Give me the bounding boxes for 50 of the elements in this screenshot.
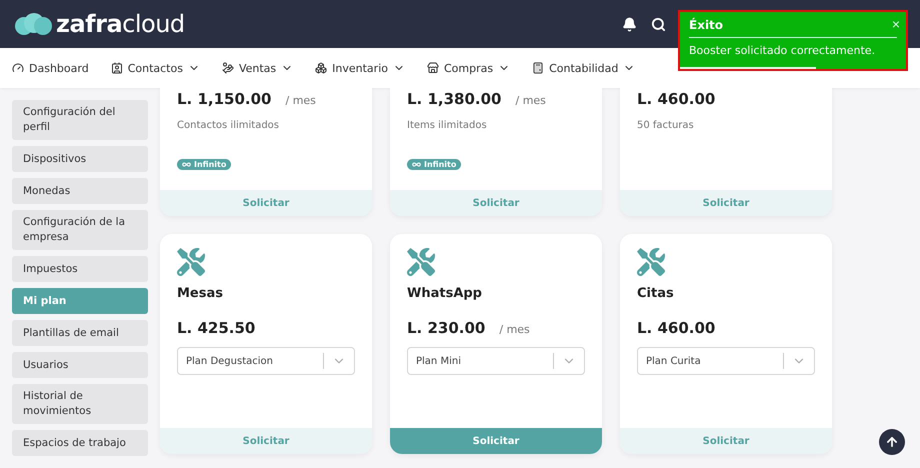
price-text: L. 230.00 bbox=[407, 319, 486, 337]
nav-menu-item[interactable]: Contactos bbox=[110, 62, 200, 74]
period-text: / mes bbox=[516, 94, 546, 107]
logo-text: zafracloud bbox=[56, 10, 185, 38]
boxes-icon bbox=[315, 62, 328, 74]
sidebar-item[interactable]: Dispositivos bbox=[12, 146, 148, 172]
card-title: WhatsApp bbox=[407, 286, 483, 301]
sidebar-item[interactable]: Configuración del perfil bbox=[12, 100, 148, 140]
nav-menu-item[interactable]: Inventario bbox=[315, 62, 405, 74]
description-text: Items ilimitados bbox=[407, 120, 488, 131]
contact-card-icon bbox=[110, 62, 123, 74]
plan-select[interactable]: Plan Mini bbox=[407, 347, 585, 375]
nav-menu-item[interactable]: Compras bbox=[426, 62, 510, 74]
calculator-icon bbox=[532, 62, 544, 74]
toast-message: Booster solicitado correctamente. bbox=[689, 44, 876, 57]
gauge-icon bbox=[12, 62, 24, 74]
sidebar-item[interactable]: Monedas bbox=[12, 178, 148, 204]
nav-menu-item[interactable]: Ventas bbox=[222, 62, 294, 74]
sidebar-item[interactable]: Usuarios bbox=[12, 352, 148, 378]
sidebar-item[interactable]: Historial de movimientos bbox=[12, 384, 148, 424]
nav-menu-item[interactable]: Contabilidad bbox=[532, 62, 636, 74]
sidebar-item[interactable]: Espacios de trabajo bbox=[12, 430, 148, 456]
price-text: L. 460.00 bbox=[637, 90, 716, 108]
price-text: L. 425.50 bbox=[177, 319, 256, 337]
sidebar-item[interactable]: Impuestos bbox=[12, 256, 148, 282]
price-text: L. 1,150.00 bbox=[177, 90, 272, 108]
tools-icon bbox=[407, 248, 435, 276]
plan-select[interactable]: Plan Curita bbox=[637, 347, 815, 375]
plan-select[interactable]: Plan Degustacion bbox=[177, 347, 355, 375]
store-icon bbox=[426, 62, 439, 74]
description-text: 50 facturas bbox=[637, 120, 695, 131]
period-text: / mes bbox=[499, 323, 530, 336]
description-text: Contactos ilimitados bbox=[177, 120, 280, 131]
infinite-badge: Infinito bbox=[407, 159, 462, 170]
cloud-logo-icon bbox=[14, 13, 52, 35]
scroll-top-button[interactable] bbox=[879, 429, 905, 455]
sidebar-item[interactable]: Configuración de la empresa bbox=[12, 210, 148, 250]
bell-icon[interactable] bbox=[622, 16, 637, 32]
period-text: / mes bbox=[286, 94, 316, 107]
tools-icon bbox=[637, 248, 665, 276]
infinite-badge: Infinito bbox=[177, 159, 232, 170]
nav-menu-item[interactable]: Dashboard bbox=[12, 62, 89, 74]
card-title: Mesas bbox=[177, 286, 224, 301]
sidebar-item[interactable]: Plantillas de email bbox=[12, 320, 148, 346]
search-icon[interactable] bbox=[651, 16, 666, 32]
hand-coins-icon bbox=[222, 62, 234, 74]
card-title: Citas bbox=[637, 286, 675, 301]
price-text: L. 460.00 bbox=[637, 319, 716, 337]
price-text: L. 1,380.00 bbox=[407, 90, 502, 108]
tools-icon bbox=[177, 248, 205, 276]
